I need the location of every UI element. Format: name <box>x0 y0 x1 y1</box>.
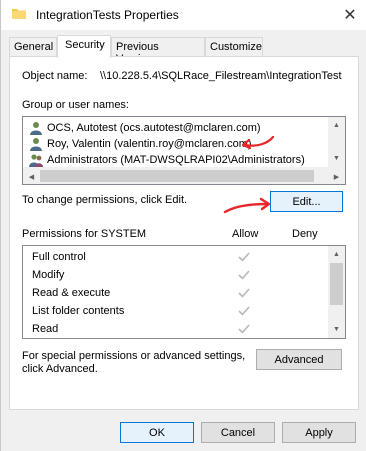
special-permissions-text-line2: click Advanced. <box>22 363 98 375</box>
tab-customize-label: Customize <box>210 41 262 53</box>
object-name-label: Object name: <box>22 70 88 82</box>
permission-name: Read <box>32 323 59 335</box>
list-item[interactable]: OCS, Autotest (ocs.autotest@mclaren.com) <box>29 120 261 136</box>
user-name: OCS, Autotest (ocs.autotest@mclaren.com) <box>47 122 261 134</box>
annotation-arrow-edit-icon <box>223 197 271 214</box>
user-list[interactable]: OCS, Autotest (ocs.autotest@mclaren.com)… <box>22 116 346 185</box>
user-name: Administrators (MAT-DWSQLRAPI02\Administ… <box>47 154 305 166</box>
permissions-list[interactable]: Full control Modify Read & execute List … <box>22 245 346 339</box>
annotation-arrow-user-icon <box>241 135 275 150</box>
allow-check-icon <box>238 270 250 280</box>
tab-security-label: Security <box>65 39 105 51</box>
scroll-right-arrow-icon[interactable]: ▶ <box>328 168 345 185</box>
window-title: IntegrationTests Properties <box>36 8 179 22</box>
advanced-button[interactable]: Advanced <box>256 349 342 370</box>
permission-name: List folder contents <box>32 305 125 317</box>
scroll-down-arrow-icon[interactable]: ▼ <box>328 321 345 338</box>
horizontal-scroll-thumb[interactable] <box>40 170 314 182</box>
change-permissions-text: To change permissions, click Edit. <box>22 194 188 206</box>
object-name-value: \\10.228.5.4\SQLRace_Filestream\Integrat… <box>100 70 342 82</box>
vertical-scroll-thumb[interactable] <box>330 263 343 305</box>
permission-row: Read & execute <box>32 284 110 302</box>
title-bar[interactable]: IntegrationTests Properties ✕ <box>1 0 366 30</box>
apply-button-label: Apply <box>305 426 333 439</box>
group-icon <box>29 154 43 167</box>
list-item[interactable]: Roy, Valentin (valentin.roy@mclaren.com) <box>29 136 252 152</box>
permission-name: Read & execute <box>32 287 111 299</box>
ok-button[interactable]: OK <box>120 422 194 443</box>
allow-check-icon <box>238 288 250 298</box>
properties-window: IntegrationTests Properties ✕ General Se… <box>0 0 366 451</box>
security-panel: Object name: \\10.228.5.4\SQLRace_Filest… <box>9 56 359 410</box>
scroll-up-arrow-icon[interactable]: ▲ <box>328 117 345 134</box>
close-button[interactable]: ✕ <box>333 0 366 30</box>
allow-header: Allow <box>232 228 259 240</box>
user-list-vertical-scrollbar[interactable]: ▲ ▼ <box>328 117 345 167</box>
tab-customize[interactable]: Customize <box>205 37 263 57</box>
group-or-user-names-label: Group or user names: <box>22 99 129 111</box>
cancel-button[interactable]: Cancel <box>201 422 275 443</box>
allow-check-icon <box>238 306 250 316</box>
deny-header: Deny <box>292 228 318 240</box>
allow-check-icon <box>238 324 250 334</box>
tab-general-label: General <box>14 41 54 53</box>
special-permissions-text-line1: For special permissions or advanced sett… <box>22 350 246 362</box>
allow-check-icon <box>238 252 250 262</box>
scroll-up-arrow-icon[interactable]: ▲ <box>328 246 345 263</box>
user-icon <box>30 122 42 135</box>
tab-general[interactable]: General <box>9 37 57 57</box>
ok-button-label: OK <box>149 426 165 439</box>
edit-button-label: Edit... <box>292 195 321 208</box>
permissions-header: Permissions for SYSTEM <box>22 228 147 240</box>
scroll-left-arrow-icon[interactable]: ◀ <box>23 168 40 185</box>
permissions-vertical-scrollbar[interactable]: ▲ ▼ <box>328 246 345 338</box>
user-name: Roy, Valentin (valentin.roy@mclaren.com) <box>47 138 252 150</box>
apply-button[interactable]: Apply <box>282 422 356 443</box>
permission-row: Modify <box>32 266 64 284</box>
permission-row: List folder contents <box>32 302 124 320</box>
scroll-down-arrow-icon[interactable]: ▼ <box>328 150 345 167</box>
list-item[interactable]: Administrators (MAT-DWSQLRAPI02\Administ… <box>29 152 305 168</box>
tab-bar: General Security Previous Versions Custo… <box>9 35 359 65</box>
tab-previous-versions[interactable]: Previous Versions <box>111 37 205 65</box>
permission-name: Full control <box>32 251 86 263</box>
tab-security[interactable]: Security <box>57 35 111 58</box>
folder-icon <box>12 9 26 19</box>
advanced-button-label: Advanced <box>274 353 324 366</box>
user-list-horizontal-scrollbar[interactable]: ◀ ▶ <box>23 167 345 184</box>
permission-row: Read <box>32 320 58 338</box>
permission-row: Full control <box>32 248 86 266</box>
cancel-button-label: Cancel <box>220 426 256 439</box>
permission-name: Modify <box>32 269 65 281</box>
user-icon <box>30 138 42 151</box>
edit-button[interactable]: Edit... <box>270 191 343 212</box>
close-icon: ✕ <box>343 7 357 24</box>
